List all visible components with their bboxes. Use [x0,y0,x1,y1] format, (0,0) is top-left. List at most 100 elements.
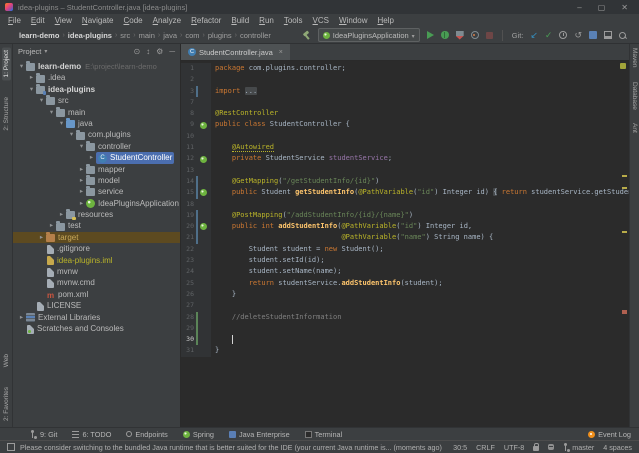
tree-item-pom-xml[interactable]: mpom.xml [13,289,180,300]
menu-analyze[interactable]: Analyze [148,16,186,25]
git-commit-icon[interactable] [545,30,553,41]
tree-item-idea[interactable]: ▸.idea [13,72,180,83]
tree-item-controller[interactable]: ▾controller [13,141,180,152]
event-log-button[interactable]: Event Log [588,430,631,439]
code-line-25[interactable]: 25 return studentService.addStudentInfo(… [181,278,629,289]
warning-stripe-mark[interactable] [622,310,627,314]
tree-toggle-icon[interactable]: ▸ [77,164,86,175]
rollback-icon[interactable] [574,30,582,41]
tree-toggle-icon[interactable]: ▸ [37,232,46,243]
expand-collapse-icon[interactable]: ↕ [146,47,150,56]
tree-item-java[interactable]: ▾java [13,118,180,129]
lock-icon[interactable] [533,446,539,451]
documentation-icon[interactable] [589,31,597,39]
menu-help[interactable]: Help [372,16,398,25]
warning-stripe-mark[interactable] [622,187,627,189]
caret-position[interactable]: 30:5 [453,443,467,452]
spring-bean-gutter-icon[interactable] [200,122,207,129]
tree-toggle-icon[interactable]: ▸ [77,198,86,209]
menu-edit[interactable]: Edit [26,16,50,25]
menu-navigate[interactable]: Navigate [77,16,119,25]
tree-item-ideapluginsapplication[interactable]: ▸IdeaPluginsApplication [13,198,180,209]
toolwindow-button-6-todo[interactable]: 6: TODO [72,430,111,439]
tree-toggle-icon[interactable]: ▾ [47,107,56,118]
tree-item-target[interactable]: ▸target [13,232,180,243]
toolwindow-button-endpoints[interactable]: Endpoints [126,430,167,439]
maximize-button[interactable]: ▢ [598,3,606,12]
menu-run[interactable]: Run [254,16,279,25]
tree-toggle-icon[interactable]: ▸ [77,175,86,186]
inspection-status-icon[interactable] [620,63,626,69]
tree-item-external-libraries[interactable]: ▸External Libraries [13,312,180,323]
code-line-10[interactable]: 10 [181,131,629,142]
toolwindow-button-database[interactable]: Database [631,82,638,110]
tree-toggle-icon[interactable]: ▾ [37,95,46,106]
code-line-20[interactable]: 20 public int addStudentInfo(@PathVariab… [181,221,629,232]
menu-refactor[interactable]: Refactor [186,16,226,25]
git-branch-widget[interactable]: master [563,443,594,452]
code-line-31[interactable]: 31} [181,345,629,356]
code-line-2[interactable]: 2 [181,74,629,85]
code-line-1[interactable]: 1package com.plugins.controller; [181,63,629,74]
code-line-13[interactable]: 13 [181,165,629,176]
code-line-7[interactable]: 7 [181,97,629,108]
line-ending-indicator[interactable]: CRLF [476,443,495,452]
code-line-11[interactable]: 11 @Autowired [181,142,629,153]
menu-window[interactable]: Window [334,16,372,25]
tree-item-model[interactable]: ▸model [13,175,180,186]
tree-toggle-icon[interactable]: ▸ [77,186,86,197]
menu-tools[interactable]: Tools [279,16,308,25]
tree-item-gitignore[interactable]: .gitignore [13,243,180,254]
tree-item-mvnw-cmd[interactable]: mvnw.cmd [13,277,180,288]
tree-toggle-icon[interactable]: ▸ [57,209,66,220]
spring-bean-gutter-icon[interactable] [200,223,207,230]
crumb-plugins[interactable]: plugins [207,31,233,40]
stop-button[interactable] [486,32,493,39]
tree-item-mvnw[interactable]: mvnw [13,266,180,277]
code-line-18[interactable]: 18 [181,199,629,210]
tree-item-service[interactable]: ▸service [13,186,180,197]
highlighting-level-icon[interactable] [548,444,554,450]
tree-item-idea-plugins[interactable]: ▾idea-plugins [13,84,180,95]
crumb-java[interactable]: java [162,31,178,40]
code-line-26[interactable]: 26 } [181,289,629,300]
tree-toggle-icon[interactable]: ▸ [17,312,26,323]
code-line-8[interactable]: 8@RestController [181,108,629,119]
code-line-28[interactable]: 28 //deleteStudentInformation [181,312,629,323]
code-line-21[interactable]: 21 @PathVariable("name") String name) { [181,232,629,243]
tree-item-license[interactable]: LICENSE [13,300,180,311]
hide-panel-icon[interactable]: ─ [169,47,175,56]
code-line-9[interactable]: 9public class StudentController { [181,119,629,130]
run-configuration-select[interactable]: IdeaPluginsApplication [318,28,420,42]
toolwindow-button-web[interactable]: Web [2,351,11,370]
tree-toggle-icon[interactable]: ▾ [67,129,76,140]
crumb-idea-plugins[interactable]: idea-plugins [67,31,113,40]
tree-item-test[interactable]: ▸test [13,220,180,231]
history-icon[interactable] [559,31,567,39]
profiler-button[interactable] [471,31,479,39]
spring-bean-gutter-icon[interactable] [200,156,207,163]
toolwindow-button-maven[interactable]: Maven [631,48,638,68]
code-line-14[interactable]: 14 @GetMapping("/getStudentInfo/{id}") [181,176,629,187]
toolwindow-button-ant[interactable]: Ant [631,123,638,133]
tree-item-src[interactable]: ▾src [13,95,180,106]
code-line-12[interactable]: 12 private StudentService studentService… [181,153,629,164]
code-line-29[interactable]: 29 [181,323,629,334]
tree-toggle-icon[interactable]: ▸ [87,152,96,163]
run-with-coverage-button[interactable] [456,31,464,40]
tree-toggle-icon[interactable]: ▾ [57,118,66,129]
menu-build[interactable]: Build [226,16,254,25]
code-line-3[interactable]: 3import ... [181,86,629,97]
code-line-22[interactable]: 22 Student student = new Student(); [181,244,629,255]
tree-item-resources[interactable]: ▸resources [13,209,180,220]
code-line-27[interactable]: 27 [181,300,629,311]
code-line-24[interactable]: 24 student.setName(name); [181,266,629,277]
locate-file-icon[interactable]: ⊙ [133,47,140,56]
code-line-30[interactable]: 30 [181,334,629,345]
tree-item-learn-demo[interactable]: ▾learn-demoE:\project\learn-demo [13,61,180,72]
code-line-23[interactable]: 23 student.setId(id); [181,255,629,266]
code-line-19[interactable]: 19 @PostMapping("/addStudentInfo/{id}/{n… [181,210,629,221]
tree-item-scratches-and-consoles[interactable]: Scratches and Consoles [13,323,180,334]
tree-toggle-icon[interactable]: ▸ [47,220,56,231]
menu-file[interactable]: File [3,16,26,25]
